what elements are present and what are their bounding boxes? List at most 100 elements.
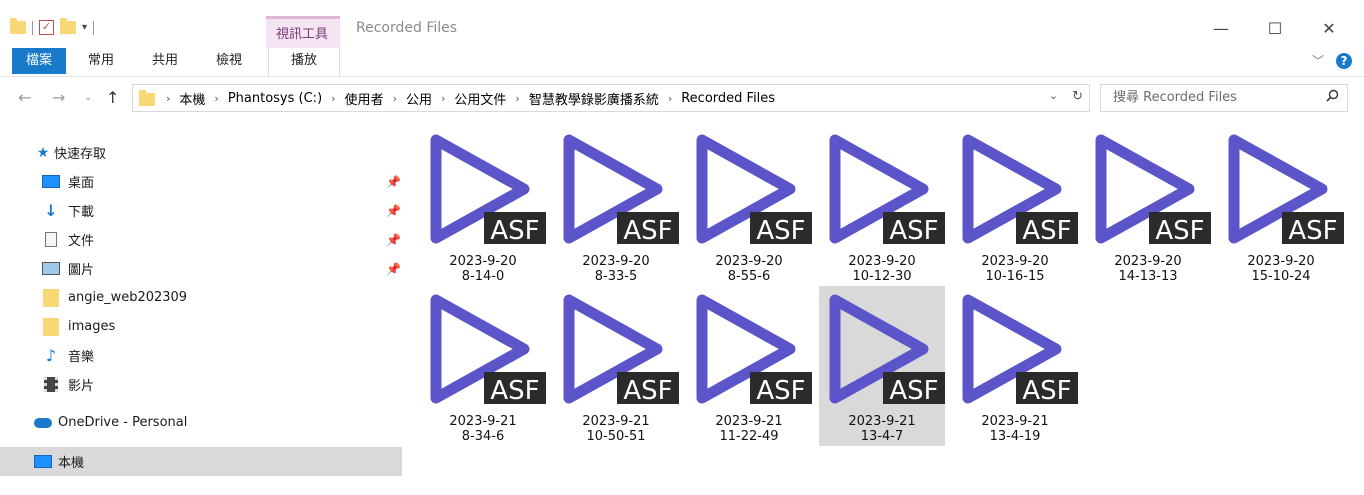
forward-icon[interactable]: →: [52, 88, 65, 107]
refresh-icon[interactable]: ↻: [1072, 89, 1083, 104]
file-item[interactable]: ASF 2023-9-20 14-13-13: [1085, 126, 1211, 286]
folder-icon: [139, 90, 155, 106]
asf-badge: ASF: [1155, 216, 1204, 246]
file-name: 2023-9-20 10-12-30: [819, 254, 945, 284]
sidebar-item-desktop[interactable]: 桌面 📌: [0, 167, 402, 196]
search-box[interactable]: [1100, 84, 1348, 112]
file-item[interactable]: ASF 2023-9-20 8-33-5: [553, 126, 679, 286]
breadcrumb-app-folder[interactable]: 智慧教學錄影廣播系統: [529, 89, 659, 108]
pin-icon[interactable]: 📌: [386, 175, 401, 189]
maximize-button[interactable]: ☐: [1252, 14, 1298, 44]
star-icon: ★: [36, 144, 50, 161]
asf-video-icon: ASF: [696, 134, 812, 246]
sidebar-item-music[interactable]: ♪ 音樂: [0, 341, 402, 370]
file-item[interactable]: ASF 2023-9-21 11-22-49: [686, 286, 812, 446]
file-name-line: 15-10-24: [1251, 269, 1311, 284]
file-item[interactable]: ASF 2023-9-20 10-16-15: [952, 126, 1078, 286]
sidebar-item-images[interactable]: images: [0, 312, 402, 341]
tab-play[interactable]: 播放: [268, 48, 340, 76]
video-tools-context-tab: 視訊工具: [266, 16, 340, 48]
tab-file[interactable]: 檔案: [12, 48, 66, 74]
address-bar[interactable]: › 本機 › Phantosys (C:) › 使用者 › 公用 › 公用文件 …: [132, 84, 1090, 112]
video-icon: [42, 377, 60, 393]
breadcrumb-public[interactable]: 公用: [406, 89, 432, 108]
new-folder-icon[interactable]: [60, 18, 76, 34]
file-item[interactable]: ASF 2023-9-21 13-4-19: [952, 286, 1078, 446]
pin-icon[interactable]: 📌: [386, 262, 401, 276]
asf-video-icon: ASF: [1095, 134, 1211, 246]
asf-badge: ASF: [1288, 216, 1337, 246]
breadcrumb-public-documents[interactable]: 公用文件: [454, 89, 506, 108]
desktop-icon: [42, 174, 60, 190]
chevron-right-icon[interactable]: ›: [214, 92, 218, 105]
sidebar-item-quick-access[interactable]: ★ 快速存取: [0, 138, 402, 167]
tab-view[interactable]: 檢視: [216, 48, 242, 74]
up-icon[interactable]: ↑: [106, 88, 119, 107]
search-input[interactable]: [1111, 89, 1315, 106]
customize-quick-access-icon[interactable]: ▾: [82, 22, 87, 33]
file-name-line: 8-34-6: [461, 429, 505, 444]
document-icon: [42, 232, 60, 248]
address-row: ← → ⌄ ↑ › 本機 › Phantosys (C:) › 使用者 › 公用…: [0, 84, 1364, 114]
pin-icon[interactable]: 📌: [386, 204, 401, 218]
file-name: 2023-9-21 13-4-19: [952, 414, 1078, 444]
breadcrumb-recorded-files[interactable]: Recorded Files: [681, 91, 775, 106]
folder-icon[interactable]: [10, 18, 26, 34]
file-name: 2023-9-21 10-50-51: [553, 414, 679, 444]
sidebar-item-onedrive[interactable]: OneDrive - Personal: [0, 408, 402, 437]
sidebar-item-label: 影片: [68, 379, 95, 394]
address-history-icon[interactable]: ⌄: [1049, 89, 1058, 104]
sidebar-item-this-pc[interactable]: 本機: [0, 447, 402, 476]
asf-video-icon: ASF: [962, 294, 1078, 406]
help-icon[interactable]: ?: [1336, 52, 1352, 69]
file-name-line: 2023-9-21: [449, 414, 517, 429]
title-bar: ✓ ▾ 視訊工具 Recorded Files — ☐ ✕: [0, 0, 1364, 48]
file-item[interactable]: ASF 2023-9-20 8-55-6: [686, 126, 812, 286]
chevron-right-icon[interactable]: ›: [166, 92, 170, 105]
close-button[interactable]: ✕: [1306, 14, 1352, 44]
asf-video-icon: ASF: [829, 294, 945, 406]
pictures-icon: [42, 261, 60, 277]
file-item[interactable]: ASF 2023-9-21 10-50-51: [553, 286, 679, 446]
file-name-line: 2023-9-20: [582, 254, 650, 269]
address-controls: ⌄ ↻: [1049, 89, 1083, 104]
file-item[interactable]: ASF 2023-9-21 8-34-6: [420, 286, 546, 446]
minimize-button[interactable]: —: [1198, 14, 1244, 44]
file-name-line: 13-4-7: [860, 429, 904, 444]
file-name: 2023-9-21 8-34-6: [420, 414, 546, 444]
file-item[interactable]: ASF 2023-9-21 13-4-7: [819, 286, 945, 446]
sidebar-item-videos[interactable]: 影片: [0, 370, 402, 399]
folder-icon: [42, 288, 60, 307]
breadcrumb-users[interactable]: 使用者: [345, 89, 384, 108]
pin-icon[interactable]: 📌: [386, 233, 401, 247]
chevron-right-icon[interactable]: ›: [441, 92, 445, 105]
sidebar-item-downloads[interactable]: ↓ 下載 📌: [0, 196, 402, 225]
sidebar-item-documents[interactable]: 文件 📌: [0, 225, 402, 254]
search-icon[interactable]: [1326, 89, 1339, 102]
file-item[interactable]: ASF 2023-9-20 10-12-30: [819, 126, 945, 286]
back-icon[interactable]: ←: [18, 88, 31, 107]
asf-badge: ASF: [490, 216, 539, 246]
chevron-right-icon[interactable]: ›: [393, 92, 397, 105]
sidebar-item-label: OneDrive - Personal: [58, 415, 188, 430]
file-name-line: 2023-9-21: [715, 414, 783, 429]
tab-share[interactable]: 共用: [152, 48, 178, 74]
file-item[interactable]: ASF 2023-9-20 8-14-0: [420, 126, 546, 286]
breadcrumb-drive[interactable]: Phantosys (C:): [228, 91, 322, 106]
tab-home[interactable]: 常用: [88, 48, 114, 74]
chevron-right-icon[interactable]: ›: [515, 92, 519, 105]
chevron-right-icon[interactable]: ›: [668, 92, 672, 105]
breadcrumb-this-pc[interactable]: 本機: [179, 89, 205, 108]
window-title: Recorded Files: [356, 20, 458, 36]
sidebar-item-label: images: [68, 319, 116, 334]
properties-icon[interactable]: ✓: [39, 20, 54, 35]
sidebar-item-pictures[interactable]: 圖片 📌: [0, 254, 402, 283]
chevron-right-icon[interactable]: ›: [331, 92, 335, 105]
recent-locations-icon[interactable]: ⌄: [84, 92, 92, 103]
sidebar-item-angie-web[interactable]: angie_web202309: [0, 283, 402, 312]
asf-badge: ASF: [490, 376, 539, 406]
context-tab-label: 視訊工具: [276, 27, 329, 42]
asf-badge: ASF: [889, 376, 938, 406]
file-item[interactable]: ASF 2023-9-20 15-10-24: [1218, 126, 1344, 286]
expand-ribbon-icon[interactable]: ﹀: [1312, 52, 1324, 69]
